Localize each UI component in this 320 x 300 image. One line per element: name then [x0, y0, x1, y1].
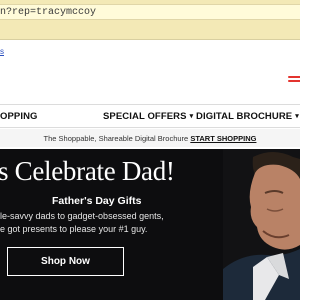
bookmark-link[interactable]: s	[0, 47, 4, 56]
main-nav: OPPING SPECIAL OFFERS ▾ DIGITAL BROCHURE ▾	[0, 104, 300, 128]
nav-item-shopping[interactable]: OPPING	[0, 111, 38, 122]
hero-subtitle: Father's Day Gifts	[52, 195, 142, 207]
hero-description-line: le-savvy dads to gadget-obsessed gents,	[0, 211, 164, 221]
hero-title: s Celebrate Dad!	[0, 156, 175, 186]
start-shopping-link[interactable]: START SHOPPING	[190, 134, 256, 143]
hero-banner: s Celebrate Dad! Father's Day Gifts le-s…	[0, 149, 300, 300]
browser-toolbar: n?rep=tracymccoy	[0, 0, 300, 40]
chevron-down-icon: ▾	[189, 113, 194, 120]
address-text: n?rep=tracymccoy	[0, 7, 97, 18]
hero-description-line: e got presents to please your #1 guy.	[0, 224, 148, 234]
promo-text: The Shoppable, Shareable Digital Brochur…	[43, 134, 189, 143]
nav-item-special-offers[interactable]: SPECIAL OFFERS ▾	[103, 111, 193, 122]
promo-banner: The Shoppable, Shareable Digital Brochur…	[0, 129, 300, 147]
brand-logo-icon[interactable]	[288, 76, 300, 86]
nav-item-digital-brochure[interactable]: DIGITAL BROCHURE ▾	[196, 111, 299, 122]
nav-item-label: DIGITAL BROCHURE	[196, 111, 293, 122]
site-header	[0, 58, 300, 104]
promo-message: The Shoppable, Shareable Digital Brochur…	[0, 134, 300, 143]
nav-item-label: OPPING	[0, 111, 38, 122]
browser-window: n?rep=tracymccoy s OPPING SPECIAL OFFERS…	[0, 0, 300, 300]
chevron-down-icon: ▾	[295, 113, 299, 120]
shop-now-button[interactable]: Shop Now	[7, 247, 124, 276]
hero-photo-image	[223, 149, 300, 300]
nav-item-label: SPECIAL OFFERS	[103, 111, 187, 122]
address-bar[interactable]: n?rep=tracymccoy	[0, 4, 300, 20]
hero-description: le-savvy dads to gadget-obsessed gents, …	[0, 210, 220, 236]
